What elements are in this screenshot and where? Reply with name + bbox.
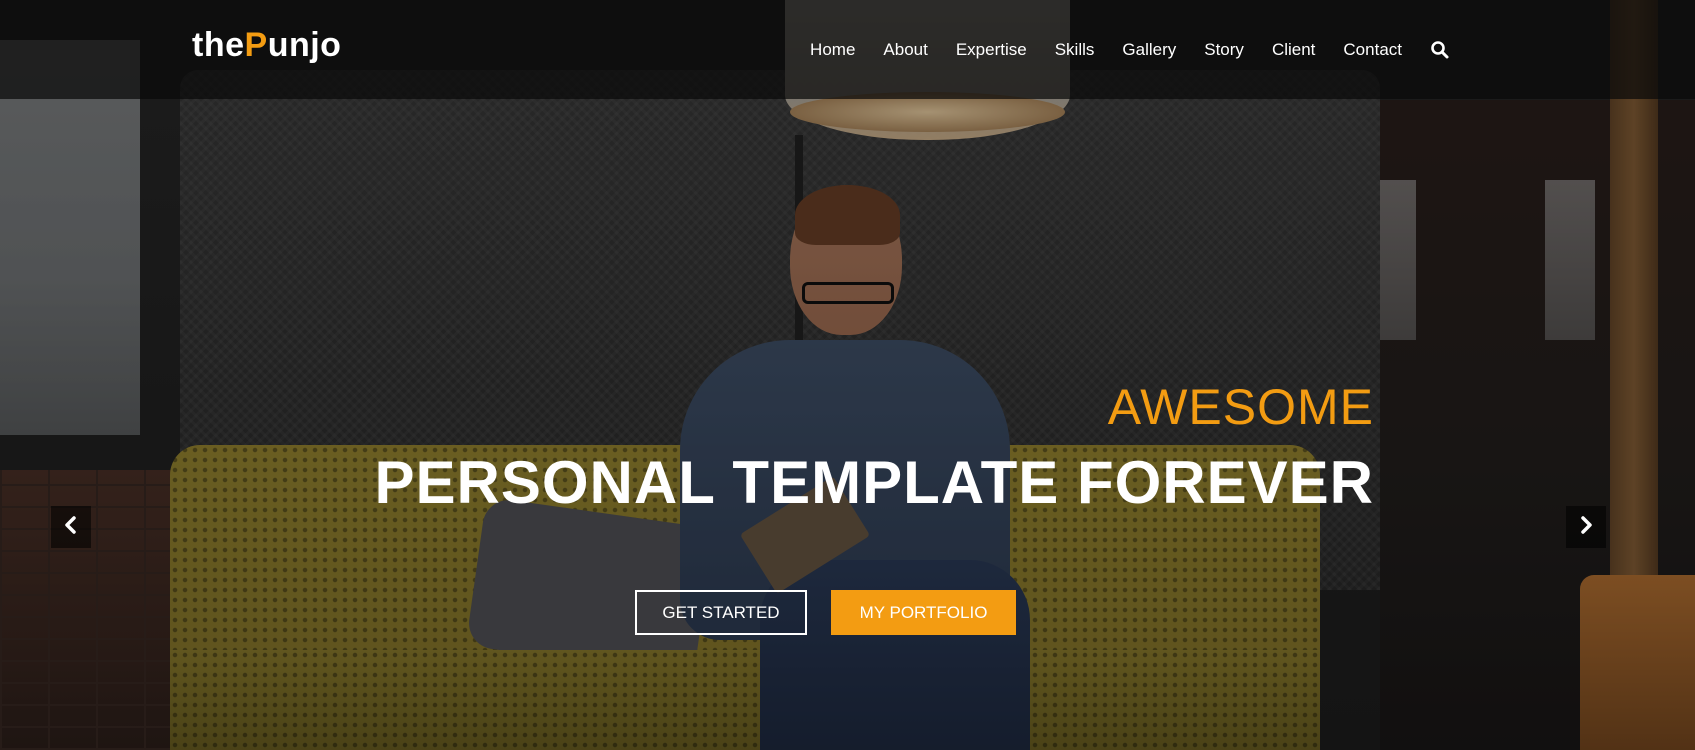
chevron-right-icon <box>1578 515 1594 540</box>
nav-about[interactable]: About <box>883 40 927 60</box>
nav-skills[interactable]: Skills <box>1055 40 1095 60</box>
carousel-prev-button[interactable] <box>51 506 91 548</box>
hero-title: PERSONAL TEMPLATE FOREVER <box>374 449 1374 516</box>
logo-rest: unjo <box>267 26 342 64</box>
hero-overlay <box>0 0 1695 750</box>
get-started-button[interactable]: GET STARTED <box>635 590 807 635</box>
nav-expertise[interactable]: Expertise <box>956 40 1027 60</box>
main-menu: Home About Expertise Skills Gallery Stor… <box>810 0 1695 99</box>
site-logo[interactable]: thePunjo <box>192 26 341 65</box>
carousel-next-button[interactable] <box>1566 506 1606 548</box>
hero-background <box>0 0 1695 750</box>
my-portfolio-button[interactable]: MY PORTFOLIO <box>831 590 1016 635</box>
nav-contact[interactable]: Contact <box>1343 40 1402 60</box>
nav-story[interactable]: Story <box>1204 40 1244 60</box>
navbar: thePunjo Home About Expertise Skills Gal… <box>0 0 1695 99</box>
nav-client[interactable]: Client <box>1272 40 1315 60</box>
nav-home[interactable]: Home <box>810 40 855 60</box>
nav-gallery[interactable]: Gallery <box>1122 40 1176 60</box>
chevron-left-icon <box>63 515 79 540</box>
logo-prefix: the <box>192 26 245 64</box>
search-icon[interactable] <box>1430 40 1450 60</box>
logo-accent: P <box>244 26 268 64</box>
hero-subtitle: AWESOME <box>1107 379 1374 435</box>
